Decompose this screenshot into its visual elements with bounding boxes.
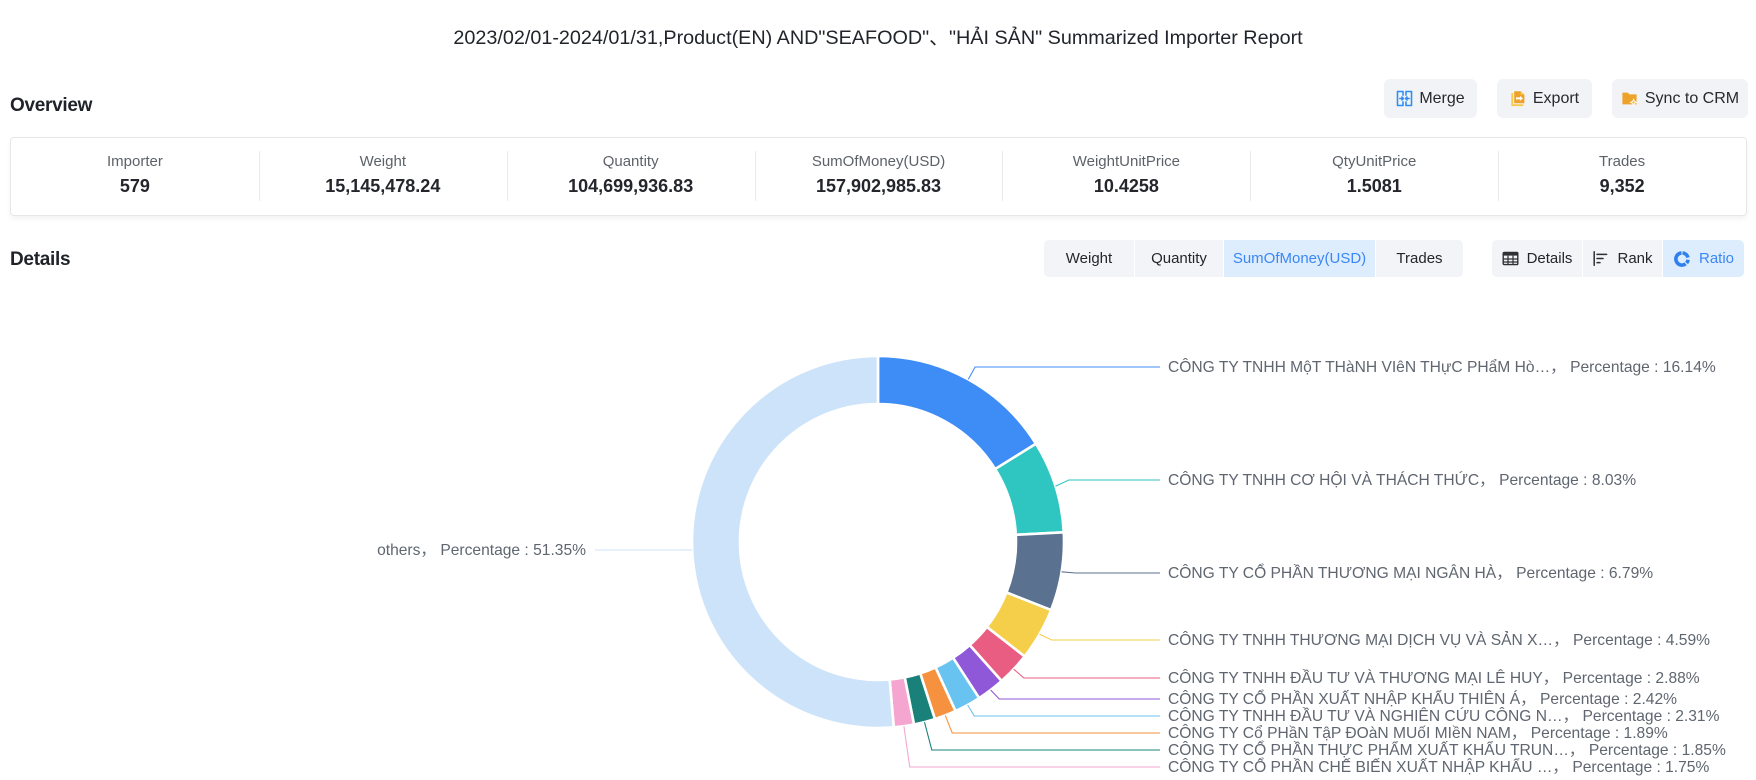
svg-text:CÔNG TY Cổ PHầN TậP ĐOàN MUốI: CÔNG TY Cổ PHầN TậP ĐOàN MUốI MIềN NAM， … [1168,723,1668,742]
svg-text:CÔNG TY CỔ PHẦN THỰC PHẨM XUẤT: CÔNG TY CỔ PHẦN THỰC PHẨM XUẤT KHẨU TRUN… [1168,740,1726,759]
svg-text:CÔNG TY CỔ PHẦN XUẤT NHẬP KHẨU: CÔNG TY CỔ PHẦN XUẤT NHẬP KHẨU THIÊN Á， … [1168,689,1677,708]
svg-text:CÔNG TY TNHH THƯƠNG MẠI DỊCH V: CÔNG TY TNHH THƯƠNG MẠI DỊCH VỤ VÀ SẢN X… [1168,630,1710,649]
svg-text:CÔNG TY TNHH ĐẦU TƯ VÀ NGHIÊN: CÔNG TY TNHH ĐẦU TƯ VÀ NGHIÊN CỨU CÔNG N… [1168,706,1720,725]
svg-text:others， Percentage : 51.35%: others， Percentage : 51.35% [377,542,586,559]
svg-text:CÔNG TY CỔ PHẦN CHẾ BIẾN XUẤT: CÔNG TY CỔ PHẦN CHẾ BIẾN XUẤT NHẬP KHẨU … [1168,757,1709,776]
svg-text:CÔNG TY TNHH MộT THàNH VIêN TH: CÔNG TY TNHH MộT THàNH VIêN THựC PHẩM Hò… [1168,357,1716,376]
svg-text:CÔNG TY CỔ PHẦN THƯƠNG MẠI NGÂ: CÔNG TY CỔ PHẦN THƯƠNG MẠI NGÂN HÀ， Perc… [1168,563,1653,582]
svg-text:CÔNG TY TNHH ĐẦU TƯ VÀ THƯƠNG: CÔNG TY TNHH ĐẦU TƯ VÀ THƯƠNG MẠI LÊ HUY… [1168,668,1700,687]
svg-text:CÔNG TY TNHH CƠ HỘI VÀ THÁCH T: CÔNG TY TNHH CƠ HỘI VÀ THÁCH THỨC， Perce… [1168,470,1636,489]
